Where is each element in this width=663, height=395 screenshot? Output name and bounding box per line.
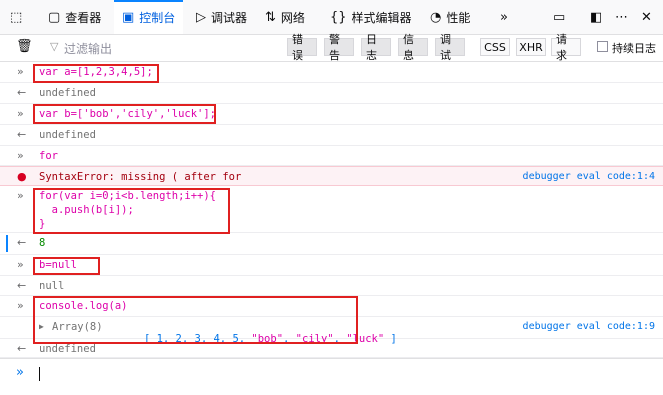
tab-label: 调试器 <box>211 10 248 25</box>
dock-icon: ◧ <box>590 9 603 25</box>
close-icon: ✕ <box>641 9 652 25</box>
error-text: SyntaxError: missing ( after for <box>39 171 242 183</box>
error-icon: ● <box>17 170 27 183</box>
persist-checkbox[interactable] <box>597 41 608 52</box>
trash-icon[interactable]: 🗑 <box>16 39 33 54</box>
result-arrow-icon: ← <box>17 236 27 249</box>
debugger-icon: ▷ <box>196 9 206 25</box>
tab-style-editor[interactable]: {} 样式编辑器 <box>330 0 412 34</box>
split-console-button[interactable]: ▭ <box>553 0 565 34</box>
input-chevron-icon: » <box>17 189 24 202</box>
more-tabs-button[interactable]: » <box>500 0 508 34</box>
filter-input[interactable]: 过滤输出 <box>64 40 112 57</box>
output-text: undefined <box>39 87 96 99</box>
input-chevron-icon: » <box>17 299 24 312</box>
console-output-row: ← undefined <box>0 83 663 104</box>
error-location-link[interactable]: debugger eval code:1:4 <box>523 171 655 182</box>
filter-xhr[interactable]: XHR <box>516 38 546 56</box>
network-icon: ⇅ <box>265 9 276 25</box>
input-chevron-icon: » <box>17 258 24 271</box>
pick-element-button[interactable]: ⬚ <box>10 0 22 34</box>
close-button[interactable]: ✕ <box>641 0 652 34</box>
tab-label: 控制台 <box>139 10 176 25</box>
options-button[interactable]: ⋯ <box>615 0 628 34</box>
pick-element-icon: ⬚ <box>10 9 23 25</box>
chevron-right-icon: » <box>500 9 508 25</box>
input-chevron-icon: » <box>17 65 24 78</box>
output-text: undefined <box>39 129 96 141</box>
filter-icon: ▽ <box>50 40 59 53</box>
console-input-area[interactable]: » <box>0 358 663 395</box>
filter-warnings[interactable]: 警告 <box>324 33 354 62</box>
prompt-chevron-icon: » <box>16 365 24 380</box>
console-output-row: ← null <box>0 276 663 296</box>
tab-debugger[interactable]: ▷ 调试器 <box>196 0 247 34</box>
highlight-box <box>33 104 216 124</box>
dock-button[interactable]: ◧ <box>590 0 602 34</box>
tab-label: 查看器 <box>65 10 102 25</box>
highlight-box <box>33 296 358 344</box>
text-caret <box>39 367 40 381</box>
filter-info[interactable]: 信息 <box>398 33 428 62</box>
result-arrow-icon: ← <box>17 86 27 99</box>
selection-marker <box>6 235 8 252</box>
highlight-box <box>33 257 100 275</box>
style-editor-icon: {} <box>330 9 347 25</box>
log-location-link[interactable]: debugger eval code:1:9 <box>523 321 655 332</box>
highlight-box <box>33 188 230 234</box>
tab-inspector[interactable]: ▢ 查看器 <box>48 0 101 34</box>
tab-performance[interactable]: ◔ 性能 <box>430 0 470 34</box>
persist-label: 持续日志 <box>612 42 656 55</box>
tab-label: 性能 <box>446 10 471 25</box>
split-icon: ▭ <box>553 9 566 25</box>
console-output-row: ← 8 <box>0 233 663 255</box>
more-options-icon: ⋯ <box>615 9 628 25</box>
performance-icon: ◔ <box>430 9 442 25</box>
result-arrow-icon: ← <box>17 128 27 141</box>
console-toolbar: 🗑 ▽ 过滤输出 错误 警告 日志 信息 调试 CSS XHR 请求 持续日志 <box>0 33 663 62</box>
console-output-row: ← undefined <box>0 125 663 146</box>
console-input-row: » for <box>0 146 663 166</box>
output-text: 8 <box>39 237 46 249</box>
tab-network[interactable]: ⇅ 网络 <box>265 0 305 34</box>
filter-debug[interactable]: 调试 <box>435 33 465 62</box>
input-chevron-icon: » <box>17 149 24 162</box>
inspector-icon: ▢ <box>48 9 61 25</box>
console-error-row: ● SyntaxError: missing ( after for debug… <box>0 166 663 186</box>
filter-logs[interactable]: 日志 <box>361 33 391 62</box>
tab-label: 网络 <box>280 10 305 25</box>
input-text[interactable]: for <box>39 150 58 162</box>
input-chevron-icon: » <box>17 107 24 120</box>
tab-console[interactable]: ▣ 控制台 <box>114 0 184 34</box>
output-text: undefined <box>39 343 96 355</box>
output-text: null <box>39 280 65 292</box>
console-icon: ▣ <box>122 9 135 25</box>
devtools-tab-bar: ⬚ ▢ 查看器 ▣ 控制台 ▷ 调试器 ⇅ 网络 {} 样式编辑器 ◔ 性能 »… <box>0 0 663 35</box>
filter-css[interactable]: CSS <box>480 38 510 56</box>
highlight-box <box>33 64 159 83</box>
filter-requests[interactable]: 请求 <box>551 33 581 62</box>
result-arrow-icon: ← <box>17 342 27 355</box>
tab-label: 样式编辑器 <box>351 10 412 25</box>
result-arrow-icon: ← <box>17 279 27 292</box>
filter-errors[interactable]: 错误 <box>287 33 317 62</box>
